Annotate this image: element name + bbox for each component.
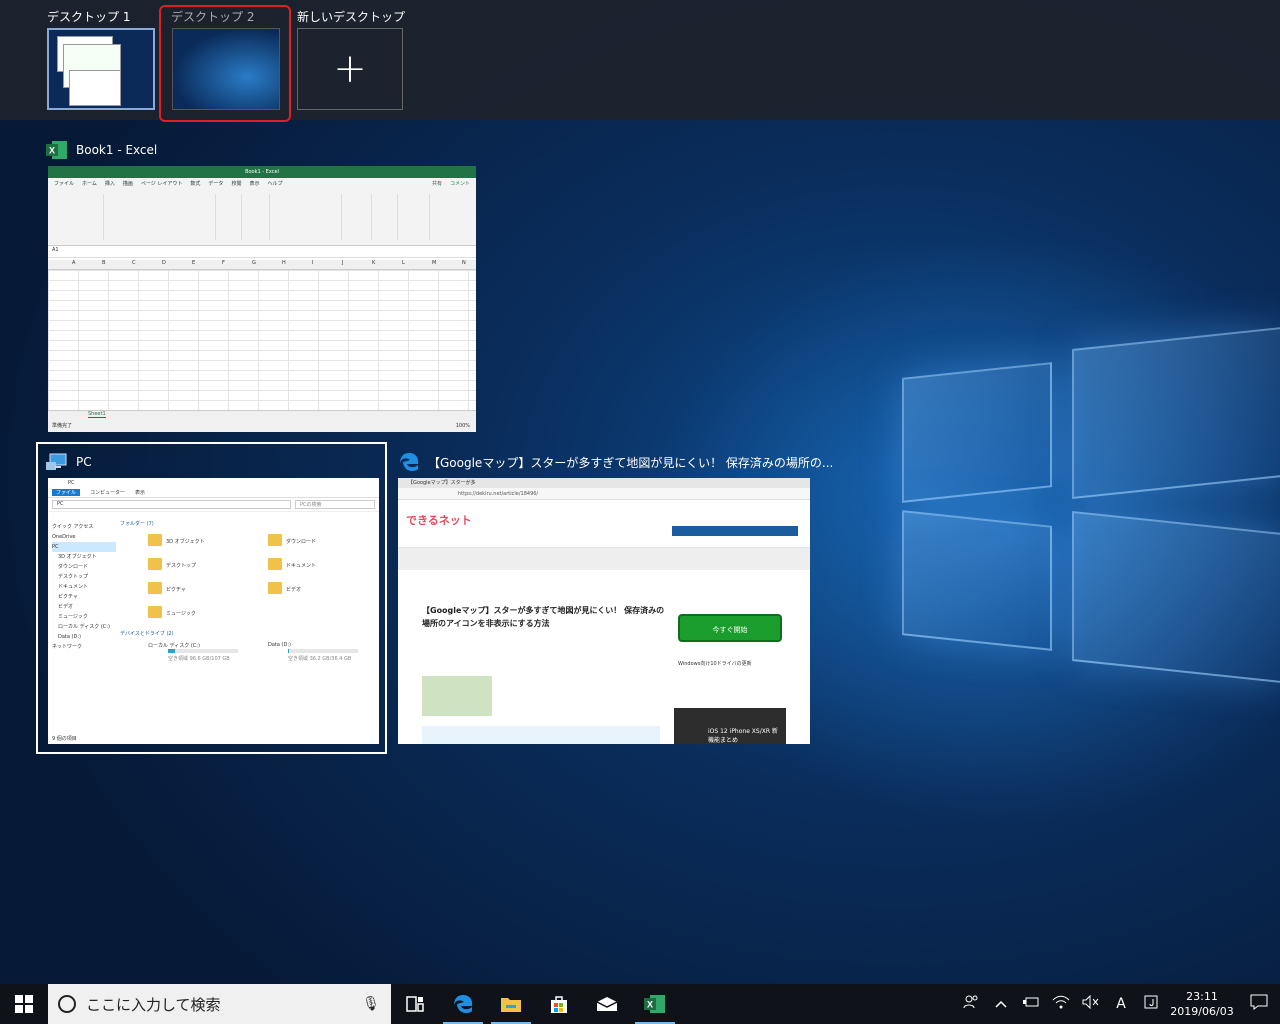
- edge-address-bar: https://dekiru.net/article/18496/: [398, 488, 810, 500]
- excel-menu: ファイル ホーム 挿入 描画 ページ レイアウト 数式 データ 校閲 表示 ヘルプ 共有 コメント: [48, 178, 476, 188]
- excel-grid: [48, 260, 476, 410]
- excel-title-text: Book1 - Excel: [76, 143, 158, 157]
- edge-icon: [398, 451, 420, 473]
- edge-window-title[interactable]: 【Googleマップ】スターが多すぎて地図が見にくい！ 保存済みの場所の...: [398, 450, 833, 474]
- task-window-explorer[interactable]: PC PC ファイル コンピューター 表示 PC PCの検索 クイック アクセス…: [46, 450, 379, 744]
- microphone-icon[interactable]: 🎙: [351, 996, 391, 1012]
- pickup-ad: iOS 12 iPhone XS/XR 新機能まとめ: [674, 708, 786, 744]
- task-view-icon: [406, 996, 424, 1012]
- mail-icon: [596, 997, 618, 1011]
- edge-thumbnail[interactable]: 【Googleマップ】スターが多 https://dekiru.net/arti…: [398, 478, 810, 744]
- site-logo: できるネット: [406, 514, 472, 527]
- excel-icon: X: [46, 139, 68, 161]
- explorer-main-pane: フォルダー (7) 3D オブジェクト ダウンロード デスクトップ ドキュメント…: [118, 518, 379, 734]
- explorer-toolbar: PC ファイル コンピューター 表示: [48, 478, 379, 498]
- formula-bar: A1: [48, 246, 476, 258]
- wifi-icon[interactable]: [1046, 995, 1076, 1013]
- clock-time: 23:11: [1186, 990, 1218, 1003]
- excel-icon: X: [644, 995, 665, 1013]
- excel-titlebar: Book1 - Excel: [48, 166, 476, 178]
- battery-icon[interactable]: [1016, 996, 1046, 1012]
- explorer-thumbnail[interactable]: PC ファイル コンピューター 表示 PC PCの検索 クイック アクセス On…: [48, 478, 379, 744]
- excel-status-bar: 準備完了 100%: [48, 420, 476, 432]
- system-tray: A 23:11 2019/06/03: [956, 984, 1280, 1024]
- ime-indicator[interactable]: A: [1106, 996, 1136, 1012]
- chevron-up-icon[interactable]: [986, 996, 1016, 1012]
- people-icon[interactable]: [956, 994, 986, 1014]
- store-icon: [551, 996, 567, 1013]
- new-desktop-button[interactable]: +: [297, 28, 403, 110]
- clock-date: 2019/06/03: [1170, 1005, 1234, 1018]
- excel-ribbon: [48, 188, 476, 246]
- plus-icon: +: [333, 46, 367, 92]
- taskbar-store[interactable]: [535, 984, 583, 1024]
- desktop-1-thumbnail[interactable]: [47, 28, 155, 110]
- taskbar: ここに入力して検索 🎙 X A 23:11 2019/06/03: [0, 984, 1280, 1024]
- excel-window-title[interactable]: X Book1 - Excel: [46, 138, 157, 162]
- taskbar-excel[interactable]: X: [631, 984, 679, 1024]
- svg-text:X: X: [49, 146, 55, 156]
- desktop-1[interactable]: デスクトップ 1: [47, 8, 155, 110]
- windows-logo-wallpaper: [890, 326, 1280, 690]
- explorer-title-text: PC: [76, 455, 92, 469]
- desktop-2-thumbnail[interactable]: [172, 28, 280, 110]
- edge-title-text: 【Googleマップ】スターが多すぎて地図が見にくい！ 保存済みの場所の...: [428, 455, 834, 470]
- svg-text:X: X: [647, 1000, 653, 1010]
- action-center-icon[interactable]: [1238, 994, 1280, 1014]
- taskbar-file-explorer[interactable]: [487, 984, 535, 1024]
- clock[interactable]: 23:11 2019/06/03: [1166, 989, 1238, 1019]
- start-button[interactable]: [0, 984, 48, 1024]
- promo-box: [422, 726, 660, 744]
- pc-icon: [46, 451, 68, 473]
- desktop-2[interactable]: デスクトップ 2: [159, 5, 291, 122]
- virtual-desktops-bar: デスクトップ 1 デスクトップ 2 新しいデスクトップ +: [0, 0, 1280, 122]
- sheet-tabs: Sheet1: [48, 410, 476, 420]
- taskbar-search-box[interactable]: ここに入力して検索 🎙: [48, 984, 391, 1024]
- new-desktop[interactable]: 新しいデスクトップ +: [297, 8, 405, 110]
- excel-column-headers: A B C D E F G H I J K L M N: [48, 260, 476, 270]
- ime-pad-icon[interactable]: [1136, 995, 1166, 1013]
- article-title: 【Googleマップ】スターが多すぎて地図が見にくい！ 保存済みの場所のアイコン…: [422, 606, 665, 628]
- explorer-window-title[interactable]: PC: [46, 450, 92, 474]
- taskbar-edge[interactable]: [439, 984, 487, 1024]
- desktop-1-label: デスクトップ 1: [47, 10, 131, 24]
- folder-icon: [501, 998, 521, 1012]
- task-window-edge[interactable]: 【Googleマップ】スターが多すぎて地図が見にくい！ 保存済みの場所の... …: [398, 450, 833, 744]
- explorer-status: 9 個の項目: [52, 736, 77, 742]
- map-thumbnail: [422, 676, 492, 716]
- edge-icon: [454, 995, 473, 1013]
- edge-tab: 【Googleマップ】スターが多: [398, 478, 810, 488]
- excel-thumbnail[interactable]: Book1 - Excel ファイル ホーム 挿入 描画 ページ レイアウト 数式 データ校…: [48, 166, 476, 432]
- windows-start-icon: [15, 995, 33, 1013]
- edge-page: できるネット 【Googleマップ】スターが多すぎて地図が見にくい！ 保存済みの…: [398, 500, 810, 744]
- task-view-button[interactable]: [391, 984, 439, 1024]
- breadcrumb: [398, 548, 810, 570]
- task-window-excel[interactable]: X Book1 - Excel Book1 - Excel ファイル ホーム 挿入描…: [46, 138, 476, 432]
- new-desktop-label: 新しいデスクトップ: [297, 10, 406, 24]
- taskbar-mail[interactable]: [583, 984, 631, 1024]
- start-now-button[interactable]: 今すぐ開始: [678, 614, 782, 642]
- explorer-address-bar: PC PCの検索: [48, 498, 379, 512]
- cortana-icon: [58, 995, 76, 1013]
- explorer-nav-pane: クイック アクセス OneDrive PC 3D オブジェクト ダウンロード デ…: [48, 518, 116, 734]
- sidebar-text: Windows向け10ドライバの更新: [678, 661, 752, 667]
- search-placeholder: ここに入力して検索: [86, 995, 221, 1014]
- volume-muted-icon[interactable]: [1076, 994, 1106, 1013]
